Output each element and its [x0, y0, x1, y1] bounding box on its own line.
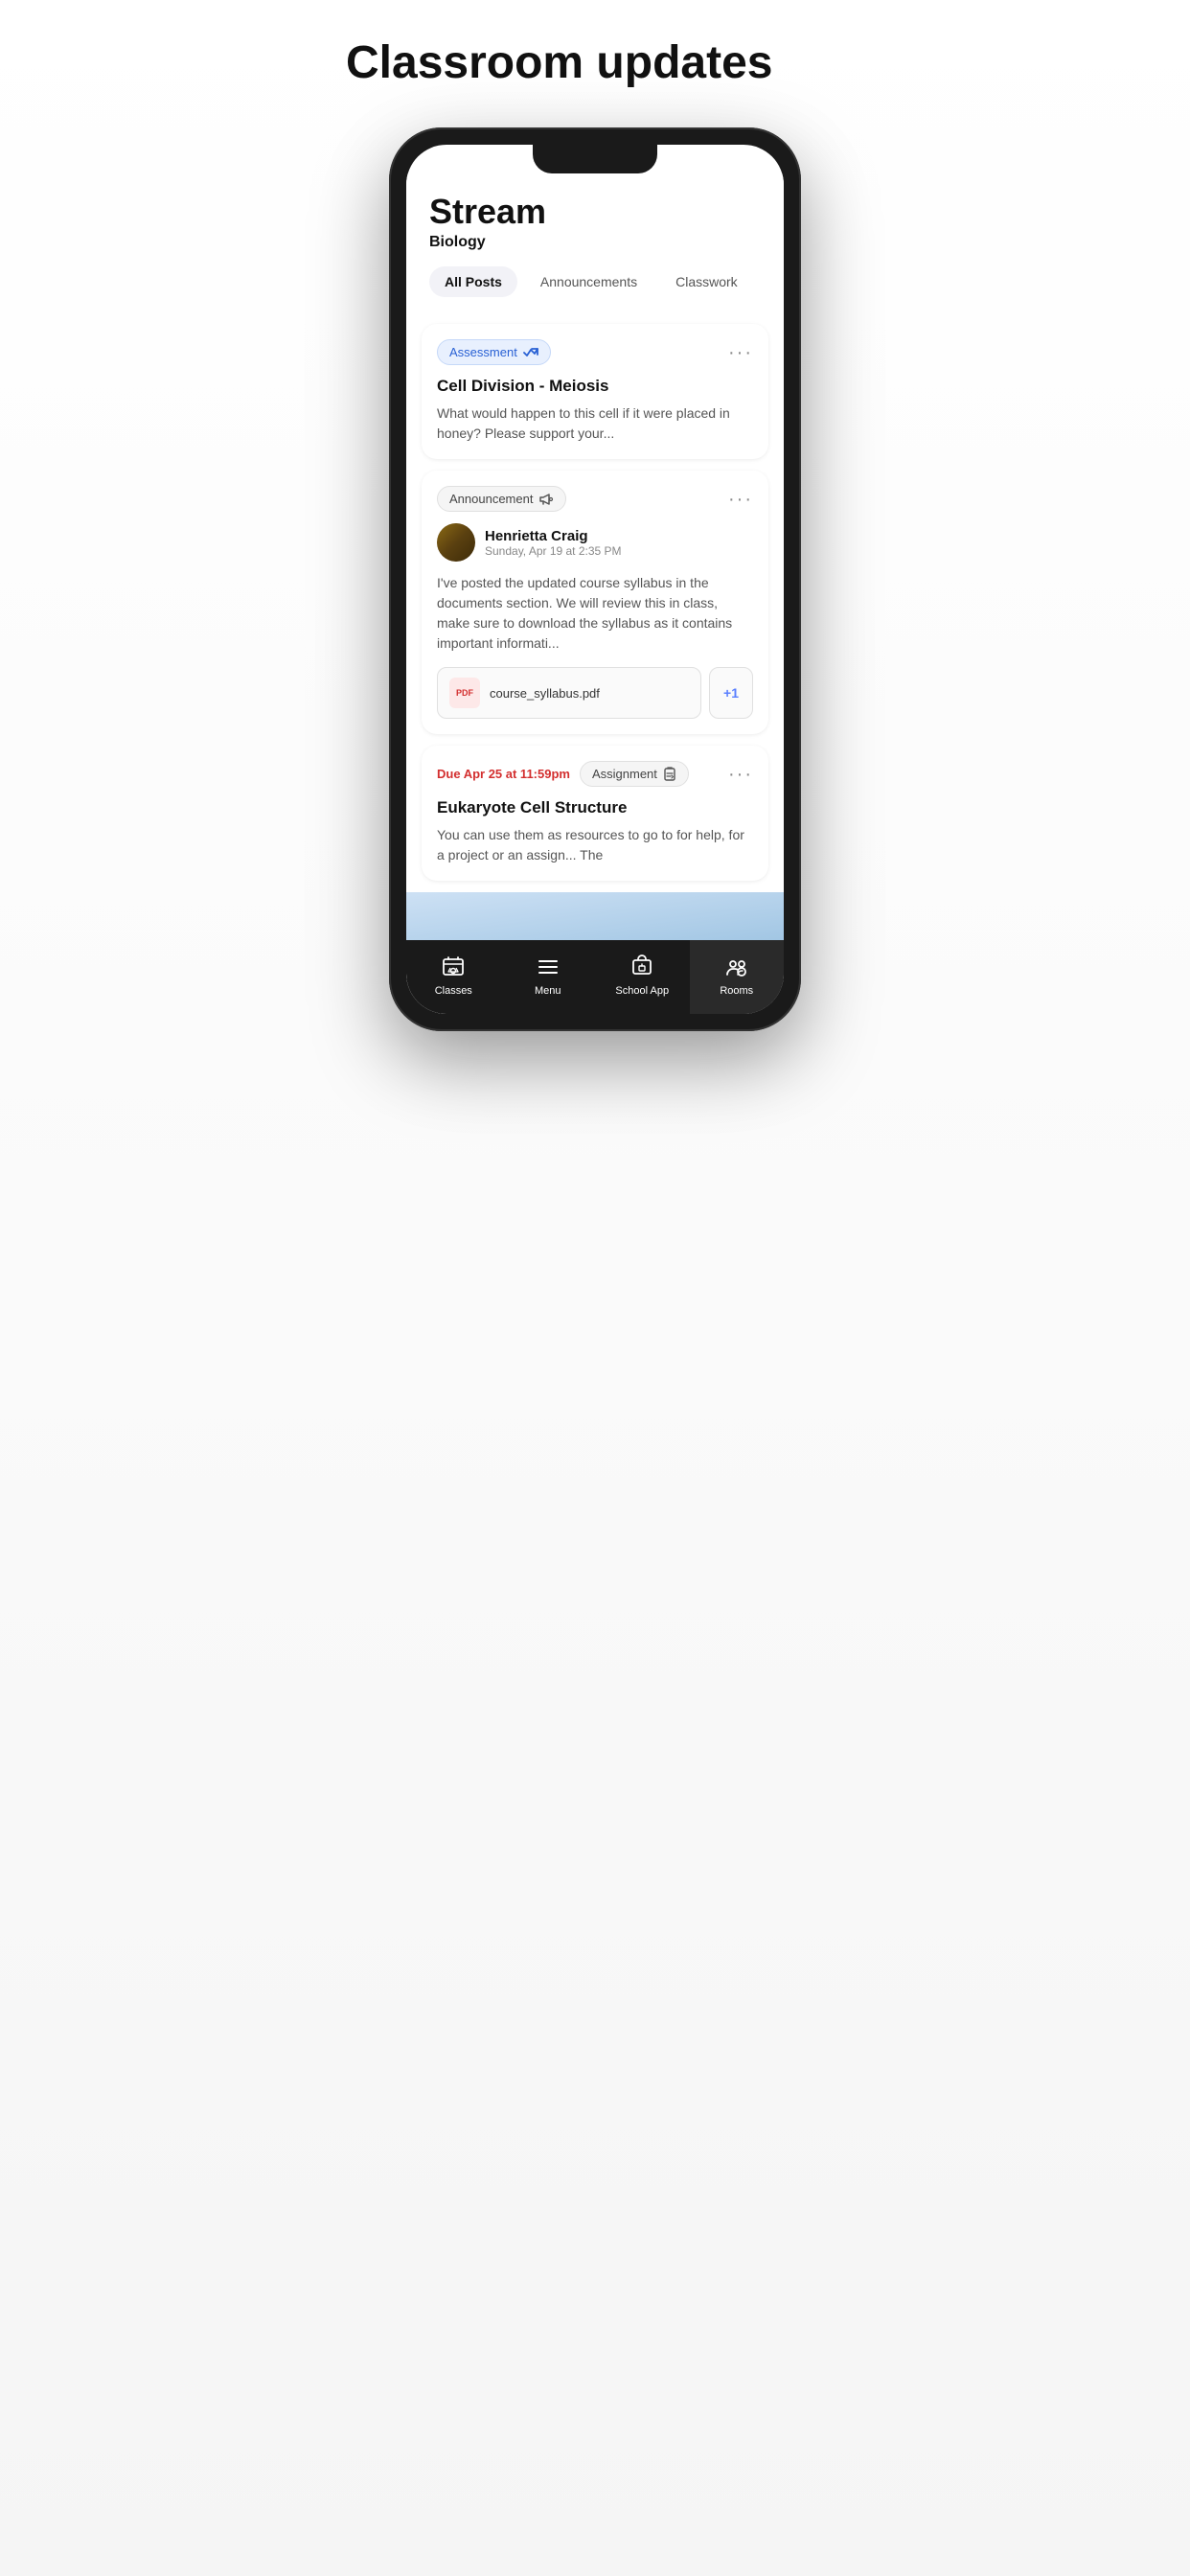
assignment-badge-label: Assignment	[592, 767, 657, 781]
tabs-container: All Posts Announcements Classwork	[429, 266, 761, 312]
bottom-nav: Classes Menu	[406, 940, 784, 1014]
more-button-2[interactable]: ···	[728, 490, 753, 509]
plus-count: +1	[723, 685, 739, 701]
assessment-badge-label: Assessment	[449, 345, 517, 359]
assignment-title: Eukaryote Cell Structure	[437, 798, 753, 817]
assessment-card: Assessment ··· Cell Division - Meiosis W…	[422, 324, 768, 459]
phone-frame: Stream Biology All Posts Announcements C…	[389, 127, 801, 1032]
assignment-card: Due Apr 25 at 11:59pm Assignment	[422, 746, 768, 881]
nav-menu-label: Menu	[535, 985, 561, 997]
nav-classes[interactable]: Classes	[406, 940, 501, 1014]
avatar	[437, 523, 475, 562]
clipboard-icon	[663, 767, 676, 781]
menu-icon	[535, 954, 561, 980]
pdf-icon: PDF	[449, 678, 480, 708]
more-button-3[interactable]: ···	[728, 765, 753, 784]
nav-school-app-label: School App	[615, 985, 669, 997]
cards-area: Assessment ··· Cell Division - Meiosis W…	[406, 312, 784, 892]
rooms-icon	[723, 954, 750, 980]
more-button[interactable]: ···	[728, 343, 753, 362]
attachment-extra[interactable]: +1	[709, 667, 753, 719]
megaphone-icon	[538, 493, 554, 506]
author-row: Henrietta Craig Sunday, Apr 19 at 2:35 P…	[437, 523, 753, 562]
card-title: Cell Division - Meiosis	[437, 377, 753, 396]
card-header-2: Announcement ···	[437, 486, 753, 512]
phone-screen: Stream Biology All Posts Announcements C…	[406, 145, 784, 1015]
attachment-row: PDF course_syllabus.pdf +1	[437, 667, 753, 719]
card-body: What would happen to this cell if it wer…	[437, 403, 753, 444]
stream-title: Stream	[429, 193, 761, 231]
attachment-name: course_syllabus.pdf	[490, 686, 600, 701]
schoolapp-icon	[629, 954, 655, 980]
pdf-attachment[interactable]: PDF course_syllabus.pdf	[437, 667, 701, 719]
due-label: Due Apr 25 at 11:59pm	[437, 767, 570, 781]
nav-menu[interactable]: Menu	[501, 940, 596, 1014]
assignment-badge: Assignment	[580, 761, 689, 787]
blue-accent	[406, 892, 784, 940]
assessment-icon	[523, 346, 538, 359]
page-title: Classroom updates	[346, 38, 844, 89]
nav-school-app[interactable]: School App	[595, 940, 690, 1014]
announcement-badge: Announcement	[437, 486, 566, 512]
stream-header: Stream Biology All Posts Announcements C…	[406, 173, 784, 313]
card-header-3: Due Apr 25 at 11:59pm Assignment	[437, 761, 753, 787]
pdf-label: PDF	[456, 688, 473, 698]
tab-classwork[interactable]: Classwork	[660, 266, 753, 297]
card-header: Assessment ···	[437, 339, 753, 365]
nav-classes-label: Classes	[435, 985, 472, 997]
tab-all-posts[interactable]: All Posts	[429, 266, 517, 297]
classes-icon	[440, 954, 467, 980]
announcement-badge-label: Announcement	[449, 492, 533, 506]
author-info: Henrietta Craig Sunday, Apr 19 at 2:35 P…	[485, 528, 622, 558]
nav-rooms-label: Rooms	[720, 985, 753, 997]
author-date: Sunday, Apr 19 at 2:35 PM	[485, 544, 622, 558]
author-name: Henrietta Craig	[485, 528, 622, 544]
stream-subtitle: Biology	[429, 234, 761, 251]
card-header-left: Due Apr 25 at 11:59pm Assignment	[437, 761, 689, 787]
tab-announcements[interactable]: Announcements	[525, 266, 652, 297]
phone-notch	[533, 145, 657, 173]
announcement-body: I've posted the updated course syllabus …	[437, 573, 753, 654]
announcement-card: Announcement ···	[422, 471, 768, 734]
nav-rooms[interactable]: Rooms	[690, 940, 785, 1014]
assignment-body: You can use them as resources to go to f…	[437, 825, 753, 865]
assessment-badge: Assessment	[437, 339, 551, 365]
